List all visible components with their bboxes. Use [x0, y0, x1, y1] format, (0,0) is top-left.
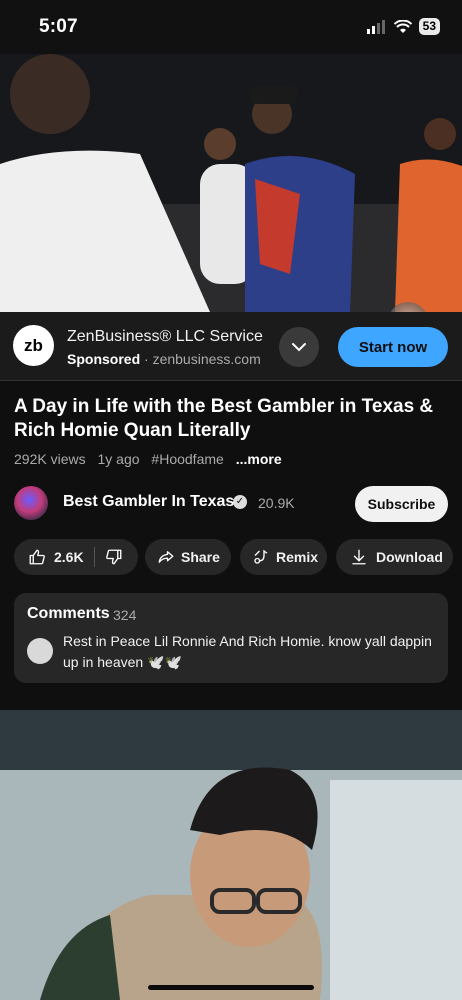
home-indicator	[148, 985, 314, 990]
start-now-button[interactable]: Start now	[338, 327, 448, 367]
thumbnail-image	[0, 710, 462, 1000]
chevron-down-icon	[292, 343, 306, 352]
upload-age: 1y ago	[97, 451, 140, 467]
channel-avatar[interactable]	[14, 486, 48, 520]
status-icons: 53	[366, 18, 440, 35]
thumbs-up-icon	[29, 549, 45, 565]
video-player[interactable]	[0, 54, 462, 312]
status-bar: 5:07 53	[0, 0, 462, 54]
ad-domain: zenbusiness.com	[152, 351, 261, 367]
like-count: 2.6K	[54, 549, 84, 565]
download-button[interactable]: Download	[336, 539, 453, 575]
remix-label: Remix	[276, 549, 319, 565]
thumbs-down-icon	[105, 549, 122, 565]
sponsored-label: Sponsored	[67, 351, 141, 367]
sponsored-ad[interactable]: zb ZenBusiness® LLC Service Sponsored · …	[0, 312, 462, 380]
commenter-avatar	[27, 638, 53, 664]
channel-name[interactable]: Best Gambler In Texas	[63, 493, 234, 511]
comments-panel[interactable]: Comments 324 Rest in Peace Lil Ronnie An…	[14, 593, 448, 683]
video-title: A Day in Life with the Best Gambler in T…	[14, 396, 434, 441]
verified-badge-icon: ✓	[233, 495, 247, 509]
subscriber-count: 20.9K	[258, 495, 295, 511]
subscribe-button[interactable]: Subscribe	[355, 486, 448, 522]
like-dislike-group: 2.6K	[14, 539, 138, 575]
remix-icon	[254, 549, 268, 564]
next-video-thumbnail[interactable]	[0, 710, 462, 1000]
download-icon	[352, 549, 366, 565]
dislike-button[interactable]	[105, 548, 123, 566]
share-icon	[158, 551, 174, 563]
comments-count: 324	[113, 607, 137, 623]
ad-title[interactable]: ZenBusiness® LLC Service	[67, 328, 263, 346]
share-button[interactable]: Share	[145, 539, 231, 575]
hashtag-link[interactable]: #Hoodfame	[151, 451, 223, 467]
ad-meta: Sponsored · zenbusiness.com	[67, 351, 261, 367]
download-label: Download	[376, 549, 443, 565]
video-meta[interactable]: 292K views 1y ago #Hoodfame ...more	[14, 451, 290, 467]
ad-meta-separator: ·	[140, 351, 153, 367]
share-label: Share	[181, 549, 220, 565]
more-button[interactable]: ...more	[236, 451, 282, 467]
channel-row: Best Gambler In Texas ✓ 20.9K Subscribe	[0, 484, 462, 524]
comments-title: Comments	[27, 605, 110, 622]
remix-button[interactable]: Remix	[240, 539, 327, 575]
like-divider	[93, 547, 95, 567]
view-count: 292K views	[14, 451, 86, 467]
wifi-icon	[393, 19, 412, 33]
divider	[0, 380, 462, 381]
ad-expand-button[interactable]	[279, 327, 319, 367]
status-time: 5:07	[39, 16, 78, 37]
video-frame	[0, 54, 462, 312]
like-button[interactable]: 2.6K	[14, 548, 84, 566]
top-comment: Rest in Peace Lil Ronnie And Rich Homie.…	[63, 633, 432, 670]
advertiser-logo: zb	[13, 325, 54, 366]
battery-indicator: 53	[418, 18, 440, 35]
cellular-signal-icon	[366, 19, 385, 34]
